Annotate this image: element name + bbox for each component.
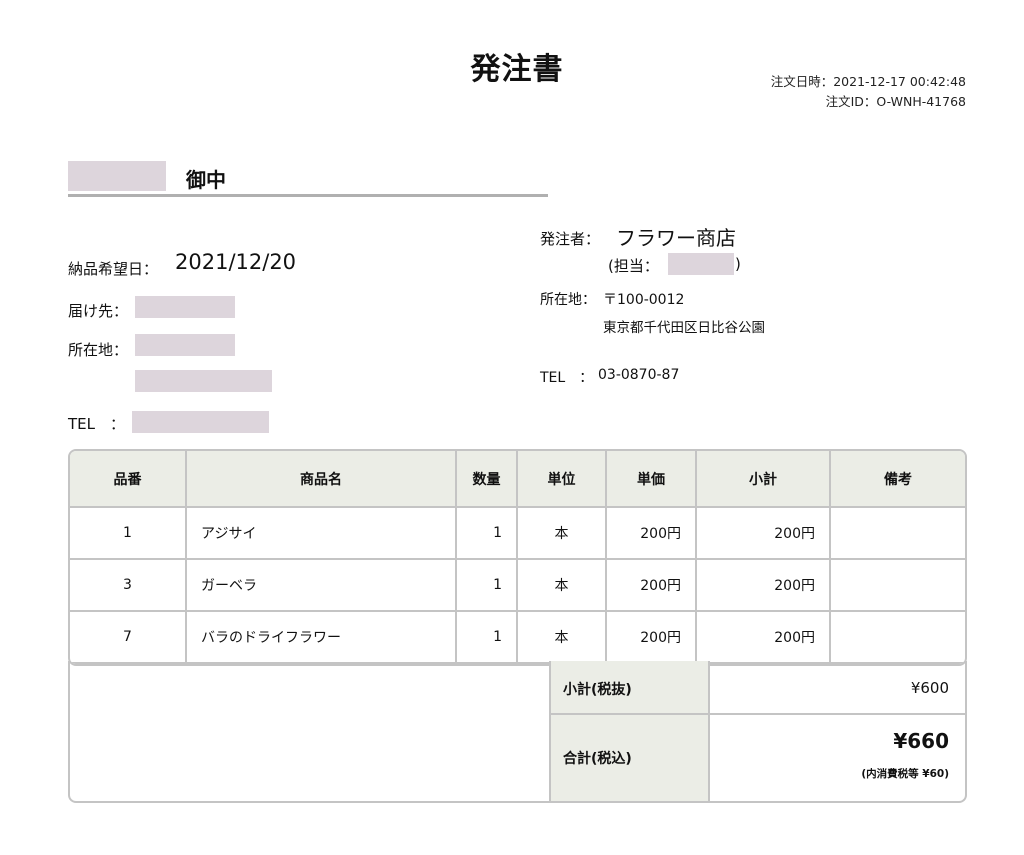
- cell-item-no: 7: [70, 612, 187, 664]
- sender-address-label: 所在地：: [540, 292, 596, 308]
- tel-redacted: [132, 411, 269, 433]
- table-row: 3 ガーベラ 1 本 200円 200円: [70, 560, 965, 612]
- order-id: 注文ID：O-WNH-41768: [825, 94, 966, 109]
- cell-product-name: アジサイ: [187, 508, 457, 560]
- order-datetime: 注文日時：2021-12-17 00:42:48: [770, 74, 966, 89]
- col-header-quantity: 数量: [457, 451, 518, 508]
- cell-notes: [831, 612, 965, 664]
- sender-address: 東京都千代田区日比谷公園: [603, 320, 765, 336]
- cell-notes: [831, 560, 965, 612]
- tax-note: (内消費税等 ¥60): [861, 768, 949, 780]
- table-row: 7 バラのドライフラワー 1 本 200円 200円: [70, 612, 965, 664]
- total-value: ¥660: [893, 729, 949, 753]
- sender-postal: 〒100-0012: [603, 292, 685, 308]
- tel-label: TEL ：: [68, 415, 125, 433]
- order-meta: 注文日時：2021-12-17 00:42:48 注文ID：O-WNH-4176…: [771, 72, 966, 112]
- cell-product-name: ガーベラ: [187, 560, 457, 612]
- recipient-name-redacted: [68, 161, 166, 191]
- col-header-unit-price: 単価: [607, 451, 697, 508]
- address-line1-redacted: [135, 334, 235, 356]
- sender-contact-redacted: [668, 253, 734, 275]
- cell-notes: [831, 508, 965, 560]
- sender-tel-label: TEL ：: [540, 370, 594, 386]
- address-line2-redacted: [135, 370, 272, 392]
- cell-item-no: 1: [70, 508, 187, 560]
- delivery-date-label: 納品希望日：: [68, 260, 159, 278]
- cell-unit: 本: [518, 508, 607, 560]
- totals-summary: 小計(税抜) ¥600 合計(税込) ¥660 (内消費税等 ¥60): [68, 661, 967, 803]
- cell-unit-price: 200円: [607, 612, 697, 664]
- table-row: 1 アジサイ 1 本 200円 200円: [70, 508, 965, 560]
- ship-to-label: 届け先：: [68, 302, 129, 320]
- total-label: 合計(税込): [563, 751, 632, 767]
- items-table: 品番 商品名 数量 単位 単価 小計 備考 1 アジサイ 1 本 200円 20…: [68, 449, 967, 666]
- sender-contact-open: (担当：: [608, 257, 659, 275]
- cell-subtotal: 200円: [697, 508, 831, 560]
- ship-to-redacted: [135, 296, 235, 318]
- cell-unit: 本: [518, 612, 607, 664]
- sender-tel: 03-0870-87: [598, 367, 680, 383]
- divider: [708, 661, 710, 801]
- table-header-row: 品番 商品名 数量 単位 単価 小計 備考: [70, 451, 965, 508]
- col-header-subtotal: 小計: [697, 451, 831, 508]
- divider: [551, 713, 965, 715]
- cell-subtotal: 200円: [697, 612, 831, 664]
- col-header-item-no: 品番: [70, 451, 187, 508]
- delivery-date-value: 2021/12/20: [175, 250, 297, 274]
- recipient-line: 御中: [68, 161, 548, 197]
- subtotal-value: ¥600: [910, 679, 949, 697]
- col-header-product-name: 商品名: [187, 451, 457, 508]
- sender-contact-close: ): [735, 255, 741, 273]
- cell-quantity: 1: [457, 560, 518, 612]
- col-header-unit: 単位: [518, 451, 607, 508]
- cell-quantity: 1: [457, 508, 518, 560]
- divider: [549, 661, 551, 801]
- sender-name: フラワー商店: [616, 226, 736, 250]
- col-header-notes: 備考: [831, 451, 965, 508]
- cell-quantity: 1: [457, 612, 518, 664]
- cell-item-no: 3: [70, 560, 187, 612]
- cell-unit-price: 200円: [607, 560, 697, 612]
- recipient-suffix: 御中: [186, 168, 226, 192]
- cell-subtotal: 200円: [697, 560, 831, 612]
- sender-label: 発注者：: [540, 230, 601, 248]
- cell-unit: 本: [518, 560, 607, 612]
- cell-product-name: バラのドライフラワー: [187, 612, 457, 664]
- address-label: 所在地：: [68, 341, 129, 359]
- subtotal-label: 小計(税抜): [563, 682, 632, 698]
- cell-unit-price: 200円: [607, 508, 697, 560]
